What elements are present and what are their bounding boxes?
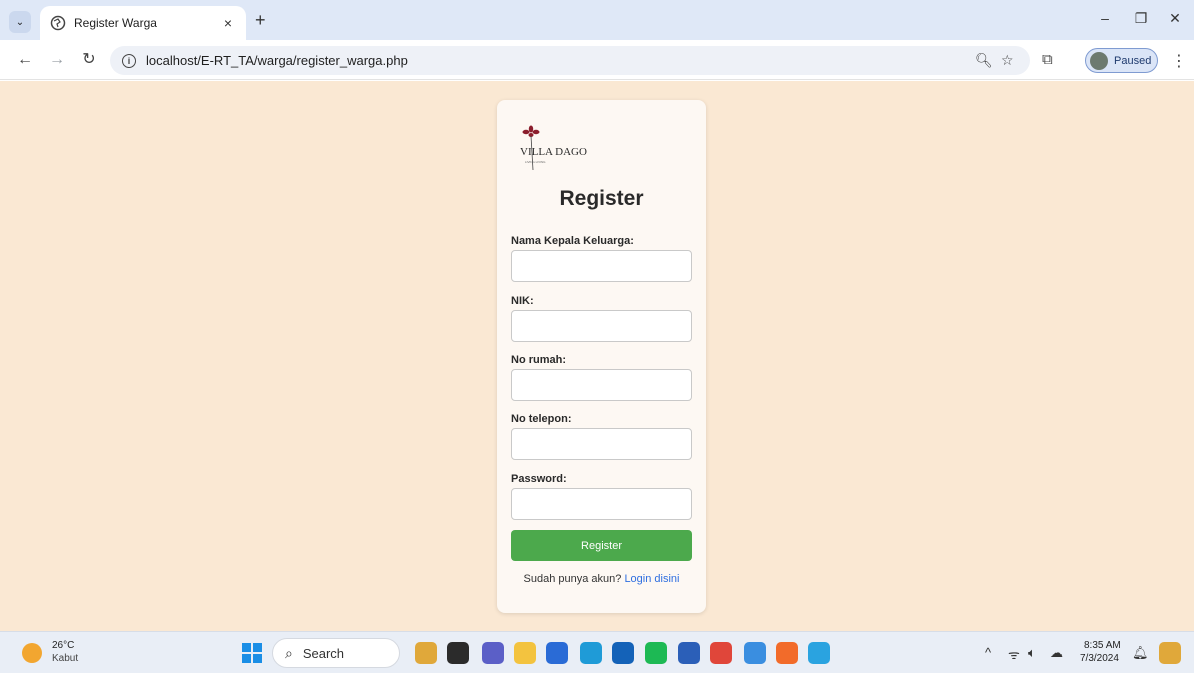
page-background: VILLA DAGO LIVING LIVING Register Nama K…: [0, 81, 1194, 631]
weather-desc: Kabut: [52, 653, 79, 664]
login-link[interactable]: Login disini: [624, 573, 679, 585]
extensions-icon[interactable]: ⧉: [1042, 51, 1053, 68]
search-icon: ⌕: [285, 644, 293, 661]
label-nik: NIK:: [511, 295, 534, 307]
minimize-icon[interactable]: –: [1095, 10, 1115, 26]
volume-icon[interactable]: 🔈︎: [1028, 645, 1036, 661]
tab-title: Register Warga: [74, 16, 157, 30]
spotify-app-icon[interactable]: [645, 642, 667, 664]
clock-time[interactable]: 8:35 AM: [1084, 640, 1121, 651]
logo-subtext: LIVING LIVING: [525, 160, 546, 164]
label-no-telepon: No telepon:: [511, 413, 572, 425]
task-view-app-icon[interactable]: [447, 642, 469, 664]
label-password: Password:: [511, 473, 567, 485]
register-button[interactable]: Register: [511, 530, 692, 561]
file-explorer-app-icon[interactable]: [514, 642, 536, 664]
edge-app-icon[interactable]: [580, 642, 602, 664]
close-window-icon[interactable]: ✕: [1165, 10, 1185, 27]
browser-toolbar: ← → ↻ i localhost/E-RT_TA/warga/register…: [0, 40, 1194, 80]
login-prompt-text: Sudah punya akun?: [523, 573, 622, 585]
url-text: localhost/E-RT_TA/warga/register_warga.p…: [146, 53, 408, 68]
windows-taskbar: 26°C Kabut ⌕ Search ^ ᯤ 🔈︎ ☁ 8:35 AM 7/3…: [0, 631, 1194, 673]
nik-input[interactable]: [511, 310, 692, 342]
taskbar-search[interactable]: ⌕ Search: [272, 638, 400, 668]
start-windows-icon[interactable]: [242, 643, 262, 663]
register-card: VILLA DAGO LIVING LIVING Register Nama K…: [497, 100, 706, 613]
page-title: Register: [559, 187, 644, 210]
copilot-icon[interactable]: [1159, 642, 1181, 664]
paused-label: Paused: [1114, 54, 1152, 67]
logo-text: VILLA DAGO: [520, 146, 587, 158]
reload-icon[interactable]: ↻: [80, 51, 98, 69]
site-info-icon[interactable]: i: [122, 53, 136, 68]
search-label: Search: [302, 645, 345, 661]
menu-kebab-icon[interactable]: ⋮: [1171, 51, 1187, 71]
chevron-up-icon[interactable]: ^: [985, 645, 991, 660]
profile-paused-button[interactable]: Paused: [1085, 48, 1158, 73]
forward-icon[interactable]: →: [48, 51, 66, 69]
weather-temp: 26°C: [52, 640, 75, 651]
restore-icon[interactable]: ❐: [1131, 10, 1151, 27]
address-bar[interactable]: i localhost/E-RT_TA/warga/register_warga…: [110, 46, 1030, 75]
widgets-app-icon[interactable]: [415, 642, 437, 664]
no-telepon-input[interactable]: [511, 428, 692, 460]
no-rumah-input[interactable]: [511, 369, 692, 401]
tab-close-icon[interactable]: ×: [220, 15, 236, 31]
label-nama-kepala-keluarga: Nama Kepala Keluarga:: [511, 235, 634, 247]
word-app-icon[interactable]: [678, 642, 700, 664]
globe-icon: [50, 15, 66, 31]
notification-bell-icon[interactable]: 🔔︎: [1132, 645, 1149, 661]
villa-dago-logo: VILLA DAGO LIVING LIVING: [520, 125, 587, 171]
store-app-icon[interactable]: [546, 642, 568, 664]
label-no-rumah: No rumah:: [511, 354, 566, 366]
tab-strip: ⌄ Register Warga × + – ❐ ✕: [0, 0, 1194, 40]
zoom-icon[interactable]: 🔍︎: [975, 52, 993, 69]
new-tab-button[interactable]: +: [255, 10, 266, 31]
wifi-icon[interactable]: ᯤ: [1008, 645, 1020, 663]
bookmark-star-icon[interactable]: ☆: [1001, 52, 1014, 69]
back-icon[interactable]: ←: [16, 51, 34, 69]
password-input[interactable]: [511, 488, 692, 520]
avatar: [1090, 51, 1108, 70]
login-prompt: Sudah punya akun? Login disini: [497, 573, 706, 585]
tab-search-button[interactable]: ⌄: [9, 11, 31, 33]
mail-app-icon[interactable]: [612, 642, 634, 664]
weather-icon[interactable]: [22, 643, 42, 663]
clock-date[interactable]: 7/3/2024: [1080, 653, 1119, 664]
terminal-app-icon[interactable]: [744, 642, 766, 664]
teams-app-icon[interactable]: [482, 642, 504, 664]
tab-register-warga[interactable]: Register Warga ×: [40, 6, 246, 40]
paint-app-icon[interactable]: [808, 642, 830, 664]
xampp-app-icon[interactable]: [776, 642, 798, 664]
chrome-app-icon[interactable]: [710, 642, 732, 664]
nama-kepala-keluarga-input[interactable]: [511, 250, 692, 282]
onedrive-icon[interactable]: ☁: [1050, 645, 1063, 661]
